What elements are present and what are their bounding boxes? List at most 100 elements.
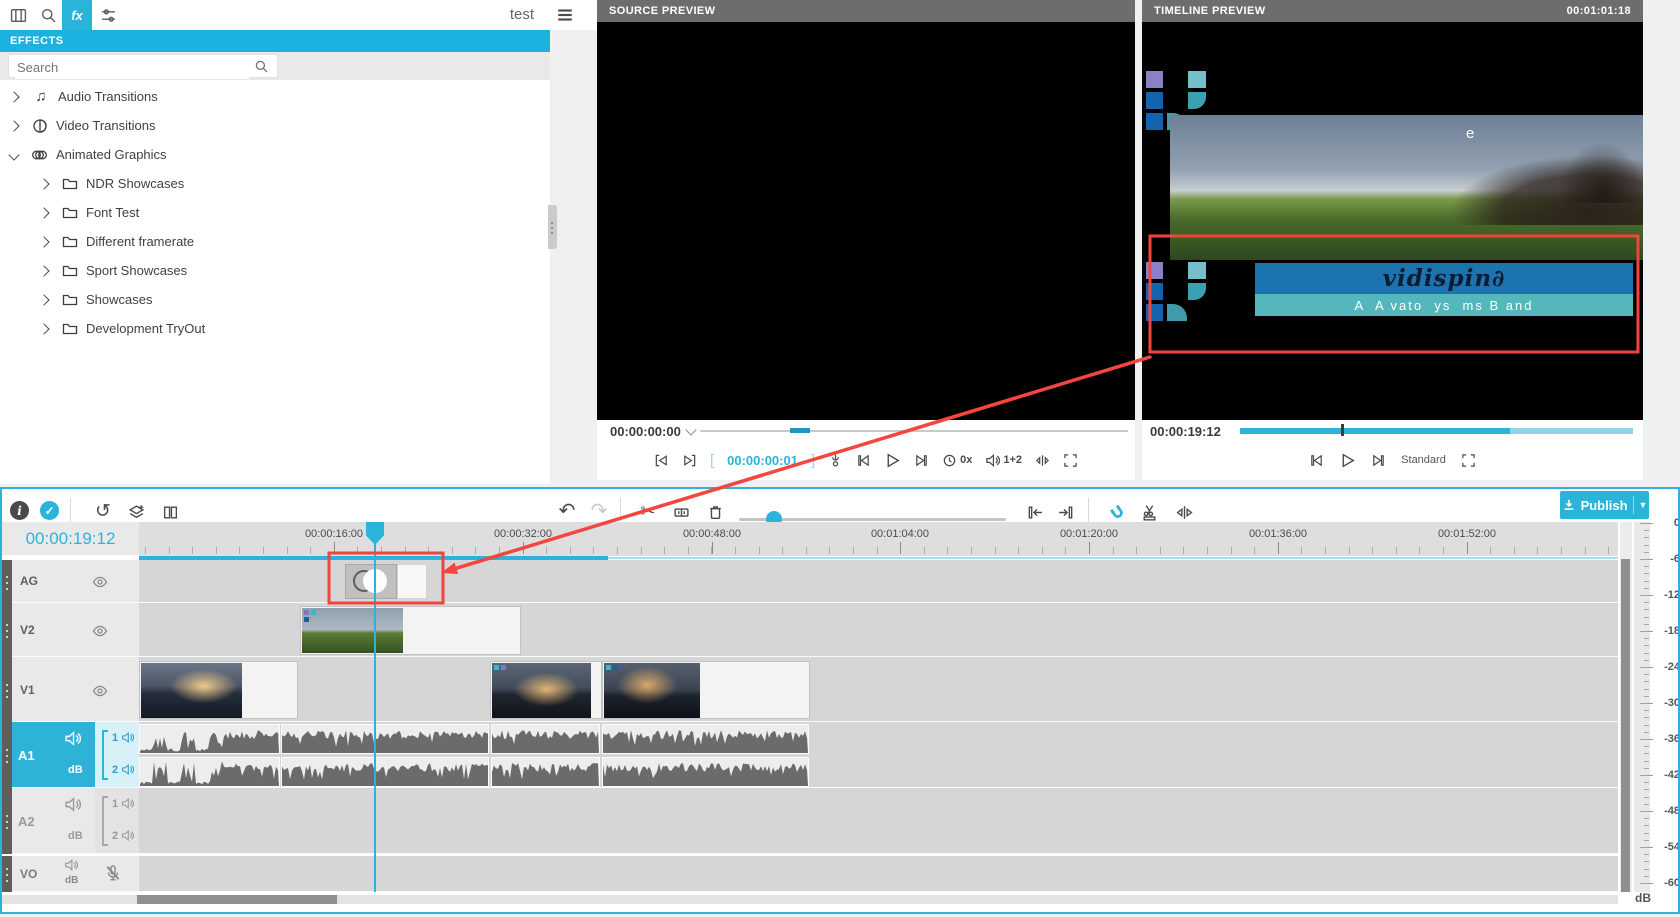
trim-mode-button[interactable] [1174, 502, 1194, 522]
source-timecode[interactable]: 00:00:00:00 [610, 424, 681, 439]
chevron-down-icon[interactable] [685, 424, 696, 435]
gain-label[interactable]: dB [68, 830, 83, 842]
speaker-icon[interactable] [121, 731, 134, 744]
audio-waveform-clip[interactable] [602, 724, 809, 754]
play-icon[interactable] [884, 452, 901, 469]
source-frame-offset[interactable]: 00:00:00:01 [727, 453, 798, 468]
search-input[interactable] [15, 55, 249, 79]
channel-label[interactable]: 2 [112, 764, 118, 776]
tree-item-animated-graphics[interactable]: Animated Graphics [0, 140, 548, 169]
audio-waveform-clip[interactable] [281, 724, 489, 754]
tree-item-ndr-showcases[interactable]: NDR Showcases [0, 169, 548, 198]
channel-label[interactable]: 2 [112, 830, 118, 842]
track-drag-handle[interactable] [2, 603, 12, 657]
chevron-right-icon[interactable] [8, 91, 19, 102]
playhead-line[interactable] [374, 543, 376, 892]
tree-item-development-tryout[interactable]: Development TryOut [0, 314, 548, 343]
ripple-left-button[interactable] [1025, 502, 1045, 522]
match-frame-icon[interactable] [828, 453, 843, 468]
audio-waveform-clip[interactable] [491, 757, 600, 787]
go-to-in-icon[interactable] [654, 453, 669, 468]
next-frame-icon[interactable] [914, 453, 929, 468]
speaker-icon[interactable] [121, 763, 134, 776]
fit-width-icon[interactable] [1035, 453, 1050, 468]
cut-at-playhead-button[interactable] [1139, 502, 1159, 522]
horizontal-scrollbar[interactable] [2, 895, 1618, 904]
timeline-ruler[interactable]: 00:00:16:0000:00:32:0000:00:48:0000:01:0… [0, 522, 1680, 556]
play-icon[interactable] [1339, 452, 1356, 469]
scrollbar-thumb[interactable] [137, 895, 337, 904]
effects-tab[interactable]: fx [62, 0, 92, 30]
speaker-icon[interactable] [121, 797, 134, 810]
channel-label[interactable]: 1 [112, 732, 118, 744]
track-drag-handle[interactable] [2, 657, 12, 722]
track-drag-handle[interactable] [2, 788, 12, 854]
panel-collapse-handle[interactable] [548, 205, 557, 249]
chevron-right-icon[interactable] [38, 236, 49, 247]
speaker-icon[interactable] [121, 829, 134, 842]
playback-speed[interactable]: 0x [942, 453, 972, 468]
audio-waveform-clip[interactable] [281, 757, 489, 787]
panel-menu-button[interactable] [552, 4, 578, 26]
media-bin-tab[interactable] [4, 2, 32, 28]
track-header-ag[interactable]: AG [12, 560, 139, 603]
channel-label[interactable]: 1 [112, 798, 118, 810]
undo-button[interactable]: ↶ [556, 500, 578, 522]
track-content-v2[interactable] [139, 603, 1618, 657]
ripple-right-button[interactable] [1055, 502, 1075, 522]
speaker-icon[interactable] [64, 858, 78, 872]
audio-waveform-clip[interactable] [139, 724, 280, 754]
track-content-v1[interactable] [139, 657, 1618, 722]
timeline-scrub-playhead[interactable] [1341, 424, 1344, 436]
chevron-right-icon[interactable] [38, 178, 49, 189]
gain-label[interactable]: dB [65, 875, 78, 886]
track-header-v1[interactable]: V1 [12, 657, 139, 722]
speaker-icon[interactable] [64, 796, 81, 813]
gain-label[interactable]: dB [68, 764, 83, 776]
quality-selector[interactable]: Standard [1401, 454, 1446, 466]
razor-button[interactable] [671, 502, 691, 522]
track-header-a1[interactable]: A1 dB [12, 722, 95, 788]
audio-waveform-clip[interactable] [139, 757, 280, 787]
mic-muted-icon[interactable] [104, 864, 122, 882]
video-clip[interactable] [602, 661, 810, 719]
chevron-down-icon[interactable] [8, 149, 19, 160]
cut-button[interactable]: ✂ [637, 500, 659, 522]
track-header-vo[interactable]: VO dB [12, 856, 139, 892]
publish-button[interactable]: Publish ▼ [1560, 491, 1649, 519]
redo-button[interactable]: ↷ [588, 500, 610, 522]
audio-channels-button[interactable]: 1+2 [985, 453, 1022, 468]
timeline-preview-timecode[interactable]: 00:00:19:12 [1150, 424, 1221, 439]
tree-item-audio-transitions[interactable]: ♫Audio Transitions [0, 82, 548, 111]
eye-icon[interactable] [92, 683, 108, 699]
eye-icon[interactable] [92, 623, 108, 639]
tree-item-different-framerate[interactable]: Different framerate [0, 227, 548, 256]
audio-waveform-clip[interactable] [602, 757, 809, 787]
chevron-right-icon[interactable] [38, 294, 49, 305]
add-layer-button[interactable] [126, 502, 146, 522]
tree-item-showcases[interactable]: Showcases [0, 285, 548, 314]
fullscreen-icon[interactable] [1063, 453, 1078, 468]
previous-frame-icon[interactable] [1309, 453, 1324, 468]
track-content-vo[interactable] [139, 856, 1618, 892]
vertical-scrollbar[interactable] [1620, 522, 1632, 892]
timeline-preview-video[interactable]: e vidispin∂ A A vato ys ms B and [1142, 22, 1643, 420]
tree-item-sport-showcases[interactable]: Sport Showcases [0, 256, 548, 285]
search-tab[interactable] [34, 2, 62, 28]
reset-button[interactable]: ↺ [92, 500, 114, 522]
video-clip[interactable] [300, 606, 521, 655]
audio-waveform-clip[interactable] [491, 724, 600, 754]
graphics-clip-tail[interactable] [397, 564, 427, 599]
source-preview-video[interactable] [597, 22, 1135, 420]
track-drag-handle[interactable] [2, 722, 12, 788]
tree-item-video-transitions[interactable]: Video Transitions [0, 111, 548, 140]
settings-tab[interactable] [94, 2, 122, 28]
info-button[interactable]: i [10, 501, 29, 520]
compare-view-button[interactable] [160, 502, 180, 522]
source-scrub-bar[interactable] [700, 430, 1128, 432]
chevron-right-icon[interactable] [38, 323, 49, 334]
chevron-right-icon[interactable] [8, 120, 19, 131]
delete-button[interactable] [705, 502, 725, 522]
track-content-a2[interactable] [139, 788, 1618, 854]
chevron-right-icon[interactable] [38, 265, 49, 276]
